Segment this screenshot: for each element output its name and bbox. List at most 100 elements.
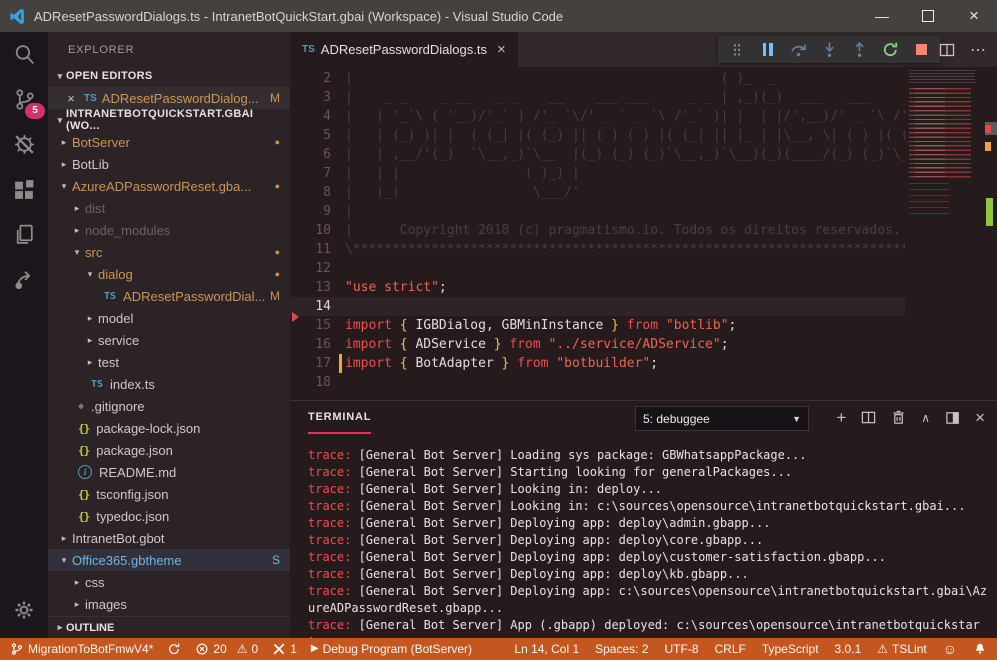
tree-item-model[interactable]: ▸model: [48, 307, 290, 329]
debug-target-item[interactable]: ▶ Debug Program (BotServer): [311, 642, 472, 656]
tree-item-azureadpasswordreset-gba[interactable]: ▾AzureADPasswordReset.gba...●: [48, 175, 290, 197]
json-file-icon: {}: [78, 444, 89, 457]
step-out-button[interactable]: [848, 39, 872, 61]
workspace-section-header[interactable]: ▾ INTRANETBOTQUICKSTART.GBAI (WO...: [48, 109, 290, 131]
tree-item-botserver[interactable]: ▸BotServer●: [48, 131, 290, 153]
code-line-2[interactable]: 2| ( )_ _: [290, 69, 905, 88]
code-line-12[interactable]: 12: [290, 259, 905, 278]
step-over-button[interactable]: [786, 39, 810, 61]
debug-activity-button[interactable]: [0, 122, 48, 167]
notifications-item[interactable]: [973, 642, 987, 656]
tree-item-gitignore[interactable]: ◆.gitignore: [48, 395, 290, 417]
maximize-panel-icon[interactable]: ∧: [921, 411, 930, 425]
settings-button[interactable]: [0, 598, 48, 622]
terminal-tab[interactable]: TERMINAL: [308, 401, 371, 434]
more-actions-icon[interactable]: ⋯: [970, 40, 987, 60]
indentation-item[interactable]: Spaces: 2: [595, 642, 648, 656]
extensions-activity-button[interactable]: [0, 167, 48, 212]
step-into-button[interactable]: [817, 39, 841, 61]
minimize-button[interactable]: —: [859, 0, 905, 32]
tasks-item[interactable]: 1: [272, 642, 297, 656]
chevron-expanded-icon: ▾: [54, 115, 66, 126]
split-editor-icon[interactable]: [939, 42, 955, 58]
close-tab-button[interactable]: ×: [497, 41, 506, 58]
tree-item-intranetbot-gbot[interactable]: ▸IntranetBot.gbot: [48, 527, 290, 549]
tree-item-package-json[interactable]: {}package.json: [48, 439, 290, 461]
code-line-8[interactable]: 8| (_) \___/': [290, 183, 905, 202]
code-line-15[interactable]: 15import { IGBDialog, GBMinInstance } fr…: [290, 316, 905, 335]
editor-tab[interactable]: TS ADResetPasswordDialogs.ts ×: [290, 32, 518, 67]
tree-item-src[interactable]: ▾src●: [48, 241, 290, 263]
ts-version-item[interactable]: 3.0.1: [835, 642, 862, 656]
code-line-10[interactable]: 10| Copyright 2018 (c) pragmatismo.io. T…: [290, 221, 905, 240]
code-line-5[interactable]: 5| | (_) )| | ( (_| |( (_) || ( ) ( ) |(…: [290, 126, 905, 145]
linter-item[interactable]: ⚠ TSLint: [877, 642, 926, 656]
tree-item-readme-md[interactable]: iREADME.md: [48, 461, 290, 483]
stop-button[interactable]: [909, 39, 933, 61]
tree-item-index-ts[interactable]: TSindex.ts: [48, 373, 290, 395]
status-bar: MigrationToBotFmwV4* 20 ⚠ 0 1 ▶ Debug Pr…: [0, 638, 997, 660]
step-out-icon: [851, 41, 868, 58]
close-panel-button[interactable]: ×: [975, 408, 985, 428]
restart-button[interactable]: [879, 39, 903, 61]
language-mode-item[interactable]: TypeScript: [762, 642, 819, 656]
outline-section-header[interactable]: ▸ OUTLINE: [48, 616, 290, 638]
workspace-label: INTRANETBOTQUICKSTART.GBAI (WO...: [66, 108, 290, 132]
terminal-selector[interactable]: 5: debuggee ▼: [635, 406, 809, 431]
share-activity-button[interactable]: [0, 257, 48, 302]
kill-terminal-icon[interactable]: [891, 410, 906, 425]
chevron-expanded-icon: ▾: [71, 247, 83, 258]
editor-region: TS ADResetPasswordDialogs.ts ×: [290, 32, 997, 638]
encoding-item[interactable]: UTF-8: [665, 642, 699, 656]
open-editors-section-header[interactable]: ▾ OPEN EDITORS: [48, 65, 290, 87]
tree-item-dialog[interactable]: ▾dialog●: [48, 263, 290, 285]
code-line-17[interactable]: 17import { BotAdapter } from "botbuilder…: [290, 354, 905, 373]
source-control-activity-button[interactable]: 5: [0, 77, 48, 122]
eol-item[interactable]: CRLF: [715, 642, 746, 656]
tree-item-images[interactable]: ▸images: [48, 593, 290, 615]
maximize-button[interactable]: [905, 0, 951, 32]
code-line-18[interactable]: 18: [290, 373, 905, 392]
close-window-button[interactable]: ×: [951, 0, 997, 32]
code-line-11[interactable]: 11\*************************************…: [290, 240, 905, 259]
code-line-14[interactable]: 14: [290, 297, 905, 316]
code-text: [345, 259, 905, 278]
tree-item-node-modules[interactable]: ▸node_modules: [48, 219, 290, 241]
code-line-16[interactable]: 16import { ADService } from "../service/…: [290, 335, 905, 354]
files-activity-button[interactable]: [0, 212, 48, 257]
tree-item-service[interactable]: ▸service: [48, 329, 290, 351]
tree-item-typedoc-json[interactable]: {}typedoc.json: [48, 505, 290, 527]
open-editor-item[interactable]: × TS ADResetPasswordDialog... M: [48, 87, 290, 109]
tree-item-office365-gbtheme[interactable]: ▾Office365.gbthemeS: [48, 549, 290, 571]
code-line-7[interactable]: 7| | | ( )_) |: [290, 164, 905, 183]
search-activity-button[interactable]: [0, 32, 48, 77]
problems-item[interactable]: 20 ⚠ 0: [195, 642, 258, 656]
git-branch-item[interactable]: MigrationToBotFmwV4*: [10, 642, 153, 656]
code-line-3[interactable]: 3| _ _ _ __ _ _ __ ___ ___ _ _ | ,_)(_) …: [290, 88, 905, 107]
pause-button[interactable]: [756, 39, 780, 61]
debug-toolbar-grip[interactable]: [725, 39, 749, 61]
code-line-13[interactable]: 13"use strict";: [290, 278, 905, 297]
tree-item-css[interactable]: ▸css: [48, 571, 290, 593]
close-editor-icon[interactable]: ×: [64, 91, 78, 106]
split-terminal-icon[interactable]: [861, 410, 876, 425]
minimap[interactable]: [905, 67, 985, 400]
code-line-9[interactable]: 9|: [290, 202, 905, 221]
tree-item-adresetpassworddial[interactable]: TSADResetPasswordDial...M: [48, 285, 290, 307]
toggle-panel-icon[interactable]: [945, 410, 960, 425]
sync-item[interactable]: [167, 642, 181, 656]
tree-item-label: service: [96, 333, 139, 348]
tree-item-botlib[interactable]: ▸BotLib: [48, 153, 290, 175]
code-editor[interactable]: 2| ( )_ _3| _ _ _ __ _ _ __ ___ ___ _ _ …: [290, 67, 997, 400]
debug-target-label: Debug Program (BotServer): [323, 642, 472, 656]
chevron-collapsed-icon: ▸: [54, 622, 66, 633]
tree-item-dist[interactable]: ▸dist: [48, 197, 290, 219]
code-line-4[interactable]: 4| ( '_`\ ( '__)/'_` ) /'_ `\/' _ ` _ `\…: [290, 107, 905, 126]
feedback-item[interactable]: ☺: [943, 643, 957, 655]
tree-item-tsconfig-json[interactable]: {}tsconfig.json: [48, 483, 290, 505]
tree-item-test[interactable]: ▸test: [48, 351, 290, 373]
code-line-6[interactable]: 6| | ,__/'(_) `\__,_)`\__ |(_) (_) (_)`\…: [290, 145, 905, 164]
tree-item-package-lock-json[interactable]: {}package-lock.json: [48, 417, 290, 439]
cursor-position-item[interactable]: Ln 14, Col 1: [514, 642, 579, 656]
new-terminal-button[interactable]: +: [836, 410, 846, 425]
